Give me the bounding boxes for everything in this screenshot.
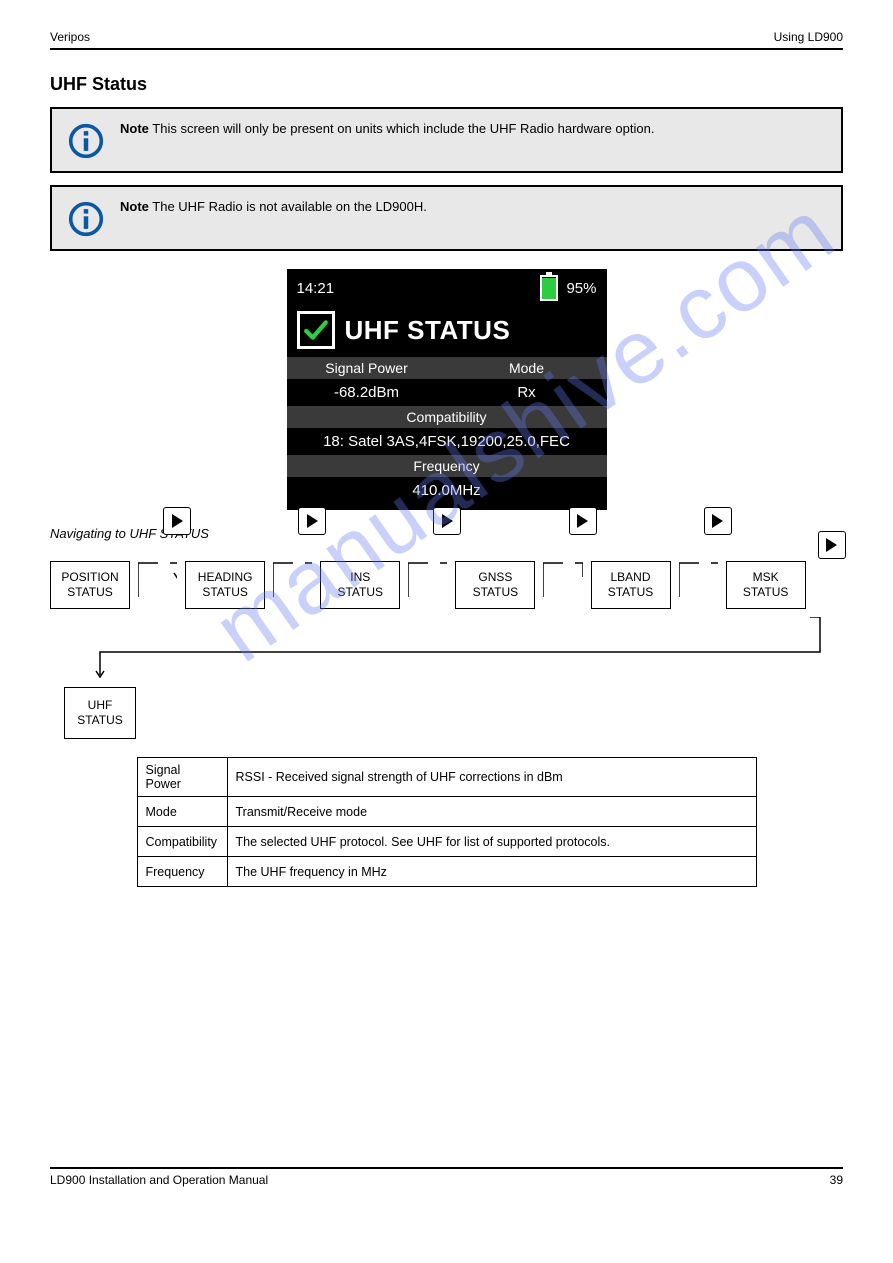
header-left: Veripos	[50, 30, 90, 44]
flow-label: LBANDSTATUS	[608, 570, 654, 599]
table-desc: Transmit/Receive mode	[227, 797, 756, 827]
info-icon	[68, 123, 104, 159]
note-box-1: Note This screen will only be present on…	[50, 107, 843, 173]
battery-icon	[540, 275, 558, 301]
battery-pct: 95%	[566, 280, 596, 297]
table-desc: RSSI - Received signal strength of UHF c…	[227, 758, 756, 797]
device-screen: 14:21 95% UHF STATUS Signal Power Mode -…	[287, 269, 607, 510]
flow-label: GNSSSTATUS	[473, 570, 519, 599]
table-row: FrequencyThe UHF frequency in MHz	[137, 857, 756, 887]
dev-val-mode: Rx	[447, 379, 607, 406]
device-title: UHF STATUS	[345, 315, 511, 346]
header-right: Using LD900	[774, 30, 843, 44]
dev-head-compat: Compatibility	[287, 406, 607, 428]
footer-left: LD900 Installation and Operation Manual	[50, 1173, 268, 1187]
section-title: UHF Status	[50, 74, 843, 95]
play-icon[interactable]	[818, 531, 846, 559]
flow-box-msk: MSKSTATUS	[726, 561, 806, 609]
footer-page: 39	[830, 1173, 843, 1187]
flow-label: POSITIONSTATUS	[61, 570, 118, 599]
table-label: Signal Power	[137, 758, 227, 797]
flow-label: UHFSTATUS	[77, 698, 123, 727]
table-label: Frequency	[137, 857, 227, 887]
flow-box-gnss: GNSSSTATUS	[455, 561, 535, 609]
note-text: This screen will only be present on unit…	[149, 121, 655, 136]
flow-diagram: POSITIONSTATUS HEADINGSTATUS INSSTATUS G…	[50, 543, 843, 749]
play-icon[interactable]	[298, 507, 326, 535]
battery-indicator: 95%	[540, 275, 596, 301]
flow-box-lband: LBANDSTATUS	[591, 561, 671, 609]
spec-table: Signal PowerRSSI - Received signal stren…	[137, 757, 757, 887]
table-desc: The UHF frequency in MHz	[227, 857, 756, 887]
note-body: Note This screen will only be present on…	[120, 121, 825, 136]
play-icon[interactable]	[704, 507, 732, 535]
status-check-icon	[297, 311, 335, 349]
note-box-2: Note The UHF Radio is not available on t…	[50, 185, 843, 251]
dev-head-signal: Signal Power	[287, 357, 447, 379]
device-time: 14:21	[297, 280, 335, 297]
note-label: Note	[120, 199, 149, 214]
play-icon[interactable]	[569, 507, 597, 535]
dev-val-compat: 18: Satel 3AS,4FSK,19200,25.0,FEC	[287, 428, 607, 455]
note-text: The UHF Radio is not available on the LD…	[149, 199, 427, 214]
header-rule	[50, 48, 843, 50]
table-row: Signal PowerRSSI - Received signal stren…	[137, 758, 756, 797]
table-desc: The selected UHF protocol. See UHF for l…	[227, 827, 756, 857]
flow-box-uhf: UHFSTATUS	[64, 687, 136, 739]
flow-label: INSSTATUS	[337, 570, 383, 599]
info-icon	[68, 201, 104, 237]
play-icon[interactable]	[433, 507, 461, 535]
table-label: Compatibility	[137, 827, 227, 857]
flow-box-ins: INSSTATUS	[320, 561, 400, 609]
flow-label: HEADINGSTATUS	[198, 570, 253, 599]
flow-box-heading: HEADINGSTATUS	[185, 561, 265, 609]
flow-box-position: POSITIONSTATUS	[50, 561, 130, 609]
note-label: Note	[120, 121, 149, 136]
play-icon[interactable]	[163, 507, 191, 535]
dev-val-signal: -68.2dBm	[287, 379, 447, 406]
note-body: Note The UHF Radio is not available on t…	[120, 199, 825, 214]
dev-head-mode: Mode	[447, 357, 607, 379]
table-row: ModeTransmit/Receive mode	[137, 797, 756, 827]
flow-label: MSKSTATUS	[743, 570, 789, 599]
table-row: CompatibilityThe selected UHF protocol. …	[137, 827, 756, 857]
dev-head-freq: Frequency	[287, 455, 607, 477]
dev-val-freq: 410.0MHz	[287, 477, 607, 504]
table-label: Mode	[137, 797, 227, 827]
